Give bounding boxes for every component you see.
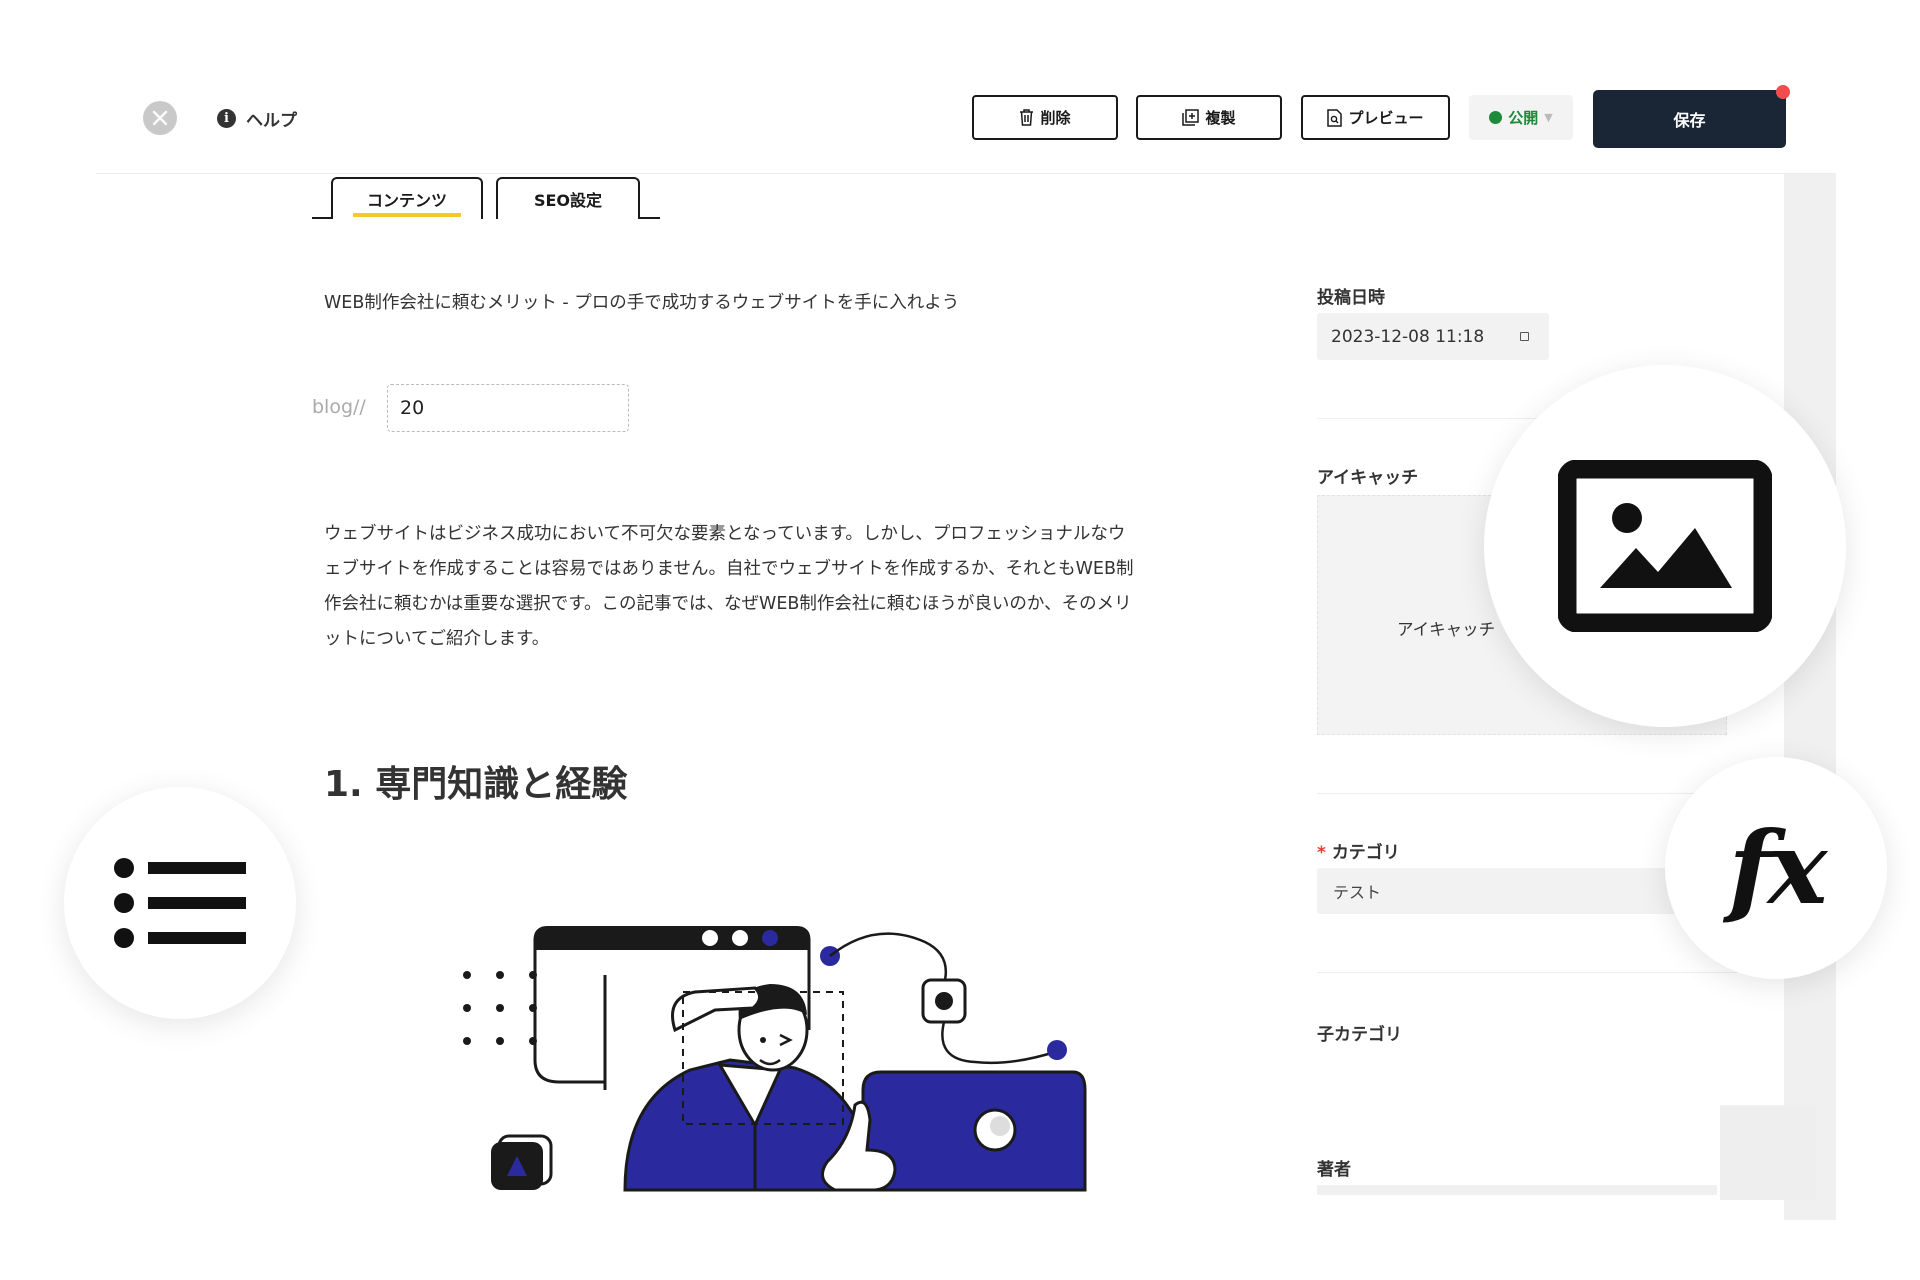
tab-content-label: コンテンツ (366, 191, 447, 210)
slug-value: 20 (400, 397, 425, 419)
panel-corner (1720, 1105, 1816, 1200)
list-badge (64, 787, 296, 1019)
calendar-icon (1520, 332, 1529, 341)
help-link[interactable]: i ヘルプ (217, 106, 297, 131)
post-title[interactable]: WEB制作会社に頼むメリット - プロの手で成功するウェブサイトを手に入れよう (324, 289, 959, 314)
tab-seo-label: SEO設定 (533, 191, 603, 210)
eyecatch-placeholder: アイキャッチ (1397, 620, 1496, 639)
save-label: 保存 (1673, 111, 1706, 130)
post-date-input[interactable]: 2023-12-08 11:18 (1317, 313, 1549, 360)
required-mark: * (1317, 843, 1326, 863)
category-value: テスト (1333, 883, 1382, 902)
author-label: 著者 (1317, 1160, 1351, 1180)
slug-input[interactable]: 20 (387, 384, 629, 432)
author-select[interactable] (1317, 1185, 1717, 1195)
body-line: ットについてご紹介します。 (324, 629, 550, 649)
toolbar-divider (96, 173, 1836, 174)
tab-baseline-right (640, 217, 660, 219)
function-icon: fx (1728, 809, 1828, 927)
image-badge (1484, 365, 1846, 727)
close-button[interactable] (143, 101, 177, 135)
active-tab-indicator (353, 213, 461, 217)
sidebar-divider (1317, 793, 1737, 794)
chevron-down-icon: ▼ (1544, 111, 1553, 124)
preview-document-icon (1327, 108, 1343, 127)
duplicate-label: 複製 (1205, 109, 1236, 127)
body-line: 作会社に頼むかは重要な選択です。この記事では、なぜWEB制作会社に頼むほうが良い… (324, 594, 1132, 614)
function-badge: fx (1665, 757, 1887, 979)
list-icon (114, 858, 246, 948)
close-icon (152, 110, 168, 126)
preview-label: プレビュー (1348, 109, 1424, 127)
status-label: 公開 (1508, 109, 1539, 127)
delete-label: 削除 (1040, 109, 1071, 127)
tab-seo[interactable]: SEO設定 (496, 177, 640, 219)
info-icon: i (217, 109, 236, 128)
section-heading[interactable]: 1. 専門知識と経験 (324, 755, 627, 807)
post-date-value: 2023-12-08 11:18 (1331, 326, 1485, 347)
subcategory-label: 子カテゴリ (1317, 1025, 1402, 1045)
post-date-label: 投稿日時 (1317, 288, 1385, 308)
status-select[interactable]: 公開 ▼ (1469, 95, 1573, 140)
body-line: ウェブサイトはビジネス成功において不可欠な要素となっています。しかし、プロフェッ… (324, 524, 1126, 544)
help-label: ヘルプ (246, 111, 297, 131)
body-line: ェブサイトを作成することは容易ではありません。自社でウェブサイトを作成するか、そ… (324, 559, 1134, 579)
image-icon (1558, 460, 1772, 632)
tab-baseline-left (312, 217, 332, 219)
right-scroll-panel (1784, 174, 1836, 1220)
eyecatch-label: アイキャッチ (1317, 468, 1419, 488)
slug-prefix: blog// (312, 396, 366, 418)
sidebar-divider (1317, 972, 1737, 973)
delete-button[interactable]: 削除 (972, 95, 1118, 140)
post-body[interactable]: ウェブサイトはビジネス成功において不可欠な要素となっています。しかし、プロフェッ… (324, 517, 1224, 657)
duplicate-button[interactable]: 複製 (1136, 95, 1282, 140)
person-framing-illustration (463, 926, 1087, 1192)
copy-icon (1182, 109, 1200, 126)
category-label-row: * カテゴリ (1317, 838, 1400, 863)
status-dot-icon (1489, 111, 1503, 124)
dot-grid (463, 971, 537, 1045)
notification-dot (1776, 85, 1790, 99)
preview-button[interactable]: プレビュー (1301, 95, 1450, 140)
trash-icon (1020, 109, 1034, 126)
category-label: カテゴリ (1331, 843, 1400, 863)
save-button[interactable]: 保存 (1593, 90, 1786, 148)
